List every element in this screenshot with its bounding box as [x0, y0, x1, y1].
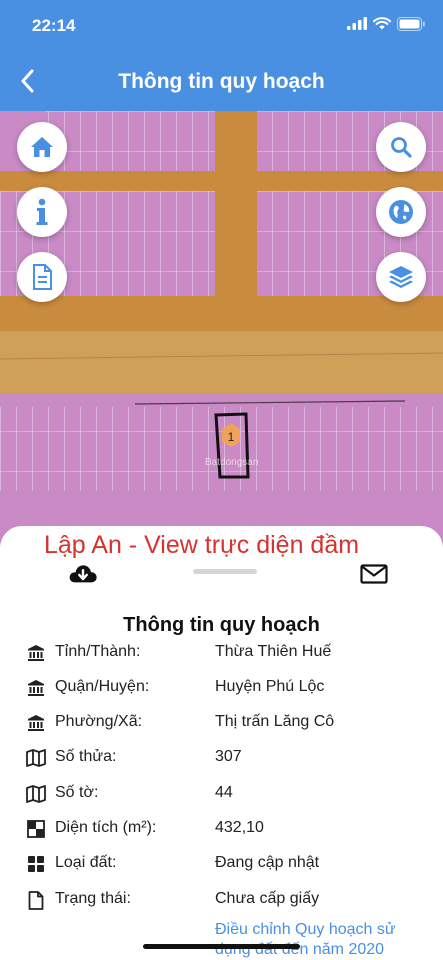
info-label: Tỉnh/Thành:: [55, 643, 141, 660]
document-button[interactable]: [17, 252, 67, 302]
home-indicator[interactable]: [143, 944, 300, 949]
status-time: 22:14: [32, 16, 76, 35]
info-button[interactable]: [17, 187, 67, 237]
search-button[interactable]: [376, 122, 426, 172]
document-icon: [26, 890, 46, 910]
planning-map[interactable]: 1 Batdongsan: [0, 111, 443, 571]
info-label: Số thửa:: [55, 748, 117, 765]
bank-icon: [26, 643, 46, 663]
info-label: Diện tích (m²):: [55, 819, 157, 836]
info-label: Phường/Xã:: [55, 713, 143, 730]
listing-caption: Lập An - View trực diện đầm: [44, 531, 360, 559]
signal-icon: [347, 17, 367, 35]
layers-icon: [389, 266, 413, 288]
page-title: Thông tin quy hoạch: [118, 70, 325, 93]
info-value: Chưa cấp giấy: [215, 890, 320, 907]
wifi-icon: [372, 17, 392, 35]
info-value: Thị trấn Lăng Cô: [215, 713, 335, 730]
info-value: 307: [215, 748, 242, 765]
info-label: Trạng thái:: [55, 890, 131, 907]
info-value: 44: [215, 784, 233, 801]
info-value: Đang cập nhật: [215, 854, 320, 871]
grid-icon: [26, 854, 46, 874]
map-canvas: 1 Batdongsan: [0, 111, 443, 571]
sheet-title: Thông tin quy hoạch: [123, 614, 320, 636]
info-label: Số tờ:: [55, 784, 99, 801]
planning-adjustment-link[interactable]: Điều chỉnh Quy hoạch sử dụng đất đến năm…: [215, 920, 425, 960]
info-row-sheet-number: Số tờ: 44: [0, 782, 443, 806]
info-row-area: Diện tích (m²): 432,10: [0, 817, 443, 841]
info-value: Huyện Phú Lộc: [215, 678, 325, 695]
sheet-drag-handle[interactable]: [193, 569, 257, 574]
info-row-parcel-number: Số thửa: 307: [0, 746, 443, 770]
bank-icon: [26, 713, 46, 733]
email-button[interactable]: [359, 561, 389, 587]
info-value: Thừa Thiên Huế: [215, 643, 332, 660]
layers-button[interactable]: [376, 252, 426, 302]
status-bar: 22:14: [0, 0, 443, 54]
info-label: Loại đất:: [55, 854, 117, 871]
info-row-status: Trạng thái: Chưa cấp giấy: [0, 888, 443, 912]
map-watermark: Batdongsan: [205, 457, 258, 468]
map-icon: [26, 748, 46, 768]
bank-icon: [26, 678, 46, 698]
document-icon: [33, 264, 52, 290]
battery-icon: [397, 16, 425, 36]
home-icon: [31, 137, 53, 157]
info-label: Quận/Huyện:: [55, 678, 150, 695]
globe-button[interactable]: [376, 187, 426, 237]
info-icon: [36, 198, 48, 225]
home-button[interactable]: [17, 122, 67, 172]
parcel-marker-label: 1: [228, 430, 235, 444]
area-icon: [26, 819, 46, 839]
status-icons: [347, 16, 425, 36]
info-row-district: Quận/Huyện: Huyện Phú Lộc: [0, 676, 443, 700]
mail-icon: [360, 564, 388, 584]
search-icon: [391, 137, 412, 158]
cloud-download-icon: [69, 565, 97, 583]
map-icon: [26, 784, 46, 804]
info-row-land-type: Loại đất: Đang cập nhật: [0, 852, 443, 876]
info-row-ward: Phường/Xã: Thị trấn Lăng Cô: [0, 711, 443, 735]
info-value: 432,10: [215, 819, 264, 836]
app-header: 22:14 Thông tin quy hoạch: [0, 0, 443, 111]
download-button[interactable]: [68, 560, 98, 586]
globe-icon: [389, 200, 413, 224]
nav-bar: Thông tin quy hoạch: [0, 54, 443, 111]
info-row-province: Tỉnh/Thành: Thừa Thiên Huế: [0, 641, 443, 665]
